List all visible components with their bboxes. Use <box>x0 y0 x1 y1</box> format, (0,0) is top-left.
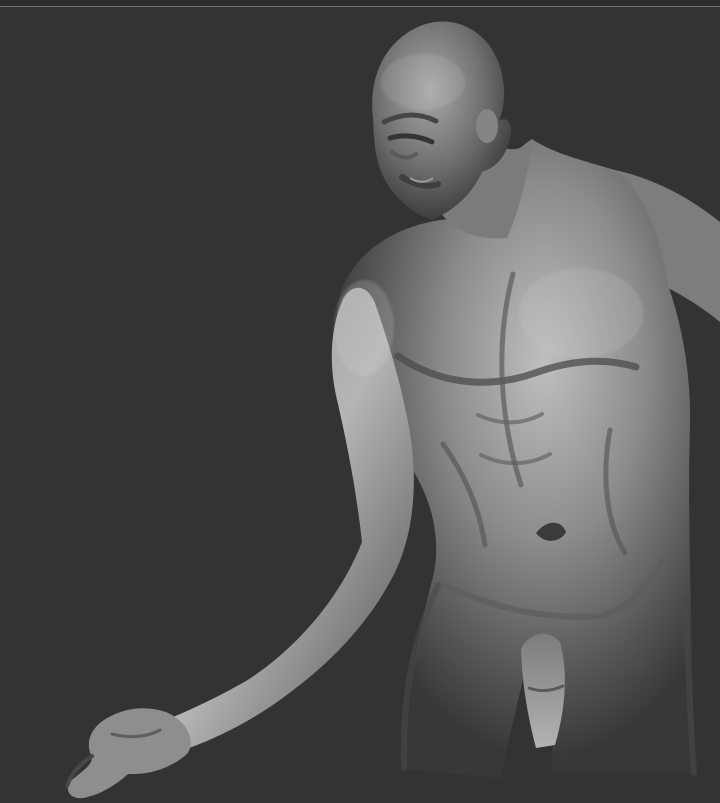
sculpt-viewport[interactable] <box>0 0 720 803</box>
sculpt-model-icon[interactable] <box>0 0 720 803</box>
